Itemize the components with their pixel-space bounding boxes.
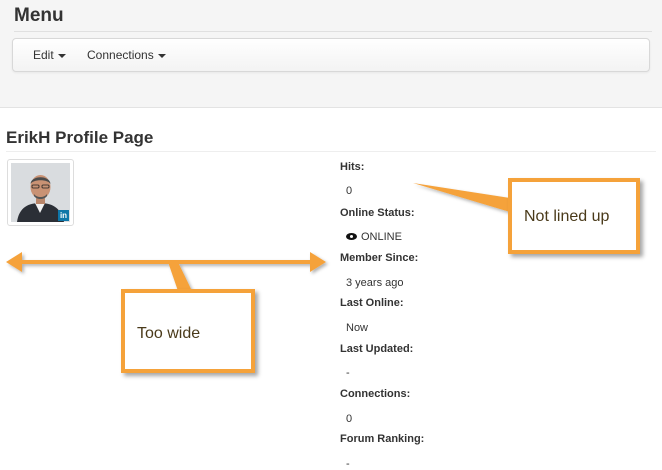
callout-too-wide-text: Too wide xyxy=(137,325,201,342)
pointer-arrow-icon xyxy=(413,183,510,212)
callout-not-lined-up-text: Not lined up xyxy=(524,208,610,225)
callout-too-wide: Too wide xyxy=(121,289,255,373)
double-arrow-icon xyxy=(6,252,326,291)
callout-not-lined-up: Not lined up xyxy=(508,178,640,254)
